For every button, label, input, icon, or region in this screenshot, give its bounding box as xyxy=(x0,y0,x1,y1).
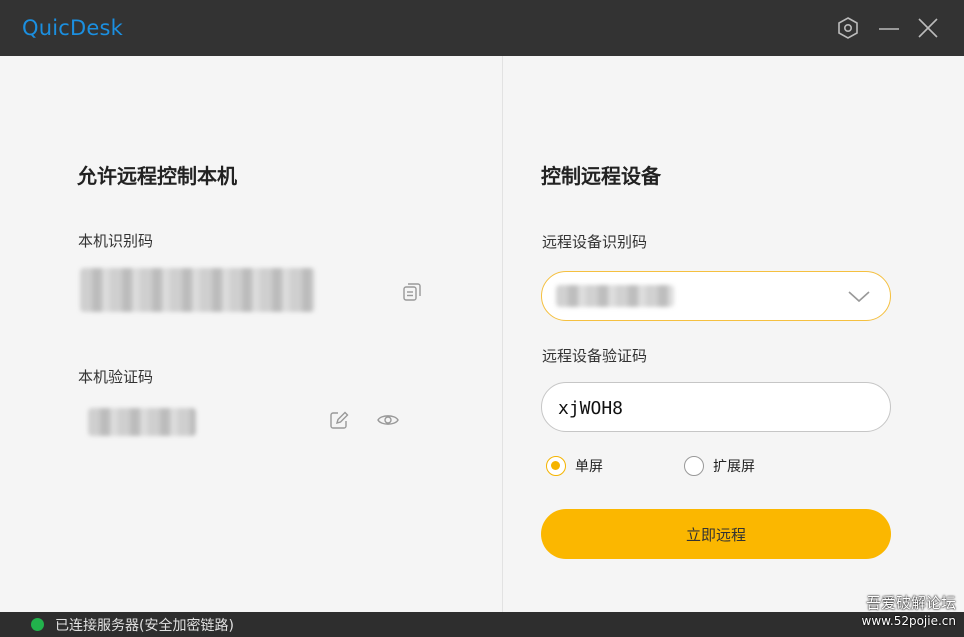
remote-code-field[interactable] xyxy=(541,382,891,432)
remote-code-input[interactable] xyxy=(558,395,868,421)
app-title: QuicDesk xyxy=(22,16,124,40)
mode-extended-screen[interactable]: 扩展屏 xyxy=(684,456,755,476)
allow-remote-panel xyxy=(0,56,502,612)
radio-unselected-icon[interactable] xyxy=(684,456,704,476)
control-remote-title: 控制远程设备 xyxy=(541,164,661,188)
settings-button[interactable] xyxy=(834,14,862,42)
remote-id-select[interactable] xyxy=(541,271,891,321)
connect-now-button[interactable]: 立即远程 xyxy=(541,509,891,559)
verification-label: 本机验证码 xyxy=(78,368,154,386)
minimize-icon xyxy=(879,28,899,30)
watermark-title: 吾爱破解论坛 xyxy=(865,594,956,612)
mode-single-screen[interactable]: 单屏 xyxy=(546,456,603,476)
remote-id-value-masked xyxy=(556,285,674,307)
hexagon-settings-icon xyxy=(838,17,858,39)
title-bar: QuicDesk xyxy=(0,0,964,56)
mode-extended-label: 扩展屏 xyxy=(713,459,755,475)
connected-status-icon xyxy=(31,618,44,631)
copy-button[interactable] xyxy=(399,279,425,305)
watermark-url: www.52pojie.cn xyxy=(861,614,956,628)
copy-icon xyxy=(403,283,421,301)
verification-value-masked xyxy=(88,408,196,436)
close-icon xyxy=(918,18,938,38)
eye-icon xyxy=(377,415,399,425)
radio-selected-icon[interactable] xyxy=(546,456,566,476)
remote-code-label: 远程设备验证码 xyxy=(542,347,648,365)
status-text: 已连接服务器(安全加密链路) xyxy=(55,618,234,634)
remote-id-label: 远程设备识别码 xyxy=(542,233,648,251)
minimize-button[interactable] xyxy=(875,14,903,42)
allow-remote-title: 允许远程控制本机 xyxy=(77,164,237,188)
edit-icon xyxy=(330,411,349,429)
close-button[interactable] xyxy=(914,14,942,42)
mode-single-label: 单屏 xyxy=(575,459,603,475)
device-id-value-masked xyxy=(80,268,315,312)
chevron-down-icon[interactable] xyxy=(846,286,872,306)
device-id-label: 本机识别码 xyxy=(78,232,154,250)
show-code-button[interactable] xyxy=(375,407,401,433)
edit-button[interactable] xyxy=(326,407,352,433)
